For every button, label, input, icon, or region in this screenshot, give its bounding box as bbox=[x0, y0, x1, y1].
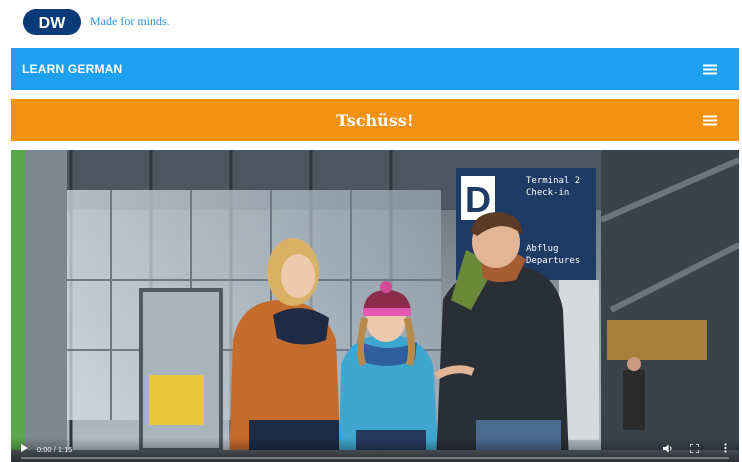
svg-text:Check-in: Check-in bbox=[526, 188, 569, 198]
time-display: 0:00 / 1:15 bbox=[37, 445, 73, 454]
lesson-title-bar[interactable]: Tschüss! bbox=[11, 99, 739, 141]
lesson-title: Tschüss! bbox=[336, 110, 414, 130]
learn-german-bar[interactable]: LEARN GERMAN bbox=[11, 48, 739, 90]
hamburger-icon[interactable] bbox=[703, 115, 717, 125]
svg-text:Departures: Departures bbox=[526, 256, 580, 266]
volume-icon[interactable] bbox=[663, 444, 673, 453]
play-icon[interactable] bbox=[21, 444, 28, 452]
video-frame: D Terminal 2 Check-in Abflug Departures bbox=[11, 150, 739, 462]
hamburger-icon[interactable] bbox=[703, 64, 717, 74]
more-options-icon[interactable] bbox=[724, 443, 727, 453]
dw-logo[interactable]: DW bbox=[22, 7, 82, 37]
tagline: Made for minds. bbox=[90, 14, 170, 28]
progress-bar[interactable] bbox=[21, 457, 729, 459]
svg-text:Abflug: Abflug bbox=[526, 244, 559, 254]
fullscreen-icon[interactable] bbox=[690, 444, 699, 453]
video-controls: 0:00 / 1:15 bbox=[11, 438, 739, 462]
svg-text:DW: DW bbox=[39, 15, 67, 32]
svg-text:Terminal 2: Terminal 2 bbox=[526, 176, 580, 186]
site-header: DW Made for minds. bbox=[0, 0, 742, 44]
learn-german-label[interactable]: LEARN GERMAN bbox=[22, 62, 122, 76]
video-player[interactable]: D Terminal 2 Check-in Abflug Departures bbox=[11, 150, 739, 462]
